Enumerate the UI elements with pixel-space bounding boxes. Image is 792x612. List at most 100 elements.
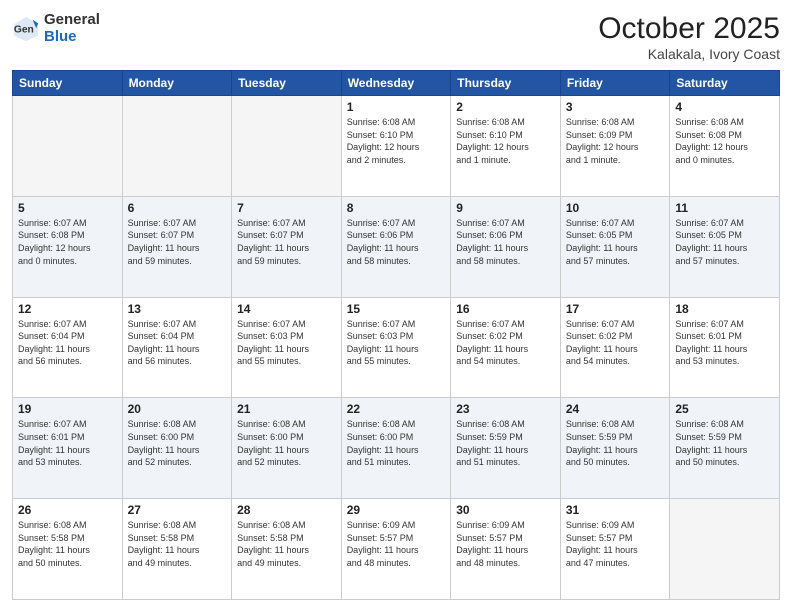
calendar-cell: 6Sunrise: 6:07 AM Sunset: 6:07 PM Daylig… — [122, 196, 232, 297]
page: Gen General Blue October 2025 Kalakala, … — [0, 0, 792, 612]
calendar-cell: 14Sunrise: 6:07 AM Sunset: 6:03 PM Dayli… — [232, 297, 342, 398]
day-info: Sunrise: 6:08 AM Sunset: 5:58 PM Dayligh… — [18, 519, 117, 569]
day-info: Sunrise: 6:08 AM Sunset: 5:59 PM Dayligh… — [566, 418, 665, 468]
day-number: 20 — [128, 402, 227, 416]
calendar-week-row: 26 Sunrise: 6:08 AM Sunset: 5:58 PM Dayli… — [13, 499, 780, 600]
calendar-cell: 25Sunrise: 6:08 AM Sunset: 5:59 PM Dayli… — [670, 398, 780, 499]
calendar-week-row: 19 Sunrise: 6:07 AM Sunset: 6:01 PM Dayli… — [13, 398, 780, 499]
calendar-cell: 7 Sunrise: 6:07 AM Sunset: 6:07 PM Daylig… — [232, 196, 342, 297]
day-info: Sunrise: 6:07 AM Sunset: 6:06 PM Dayligh… — [456, 217, 555, 267]
calendar-cell: 12 Sunrise: 6:07 AM Sunset: 6:04 PM Dayli… — [13, 297, 123, 398]
calendar-cell: 8Sunrise: 6:07 AM Sunset: 6:06 PM Daylig… — [341, 196, 451, 297]
day-info: Sunrise: 6:07 AM Sunset: 6:08 PM Dayligh… — [18, 217, 117, 267]
calendar-cell: 3 Sunrise: 6:08 AM Sunset: 6:09 PM Daylig… — [560, 96, 670, 197]
day-number: 11 — [675, 201, 774, 215]
day-number: 6 — [128, 201, 227, 215]
calendar-cell: 20 Sunrise: 6:08 AM Sunset: 6:00 PM Dayli… — [122, 398, 232, 499]
calendar-cell: 27Sunrise: 6:08 AM Sunset: 5:58 PM Dayli… — [122, 499, 232, 600]
calendar-table: SundayMondayTuesdayWednesdayThursdayFrid… — [12, 70, 780, 600]
title-block: October 2025 Kalakala, Ivory Coast — [598, 12, 780, 62]
day-info: Sunrise: 6:07 AM Sunset: 6:03 PM Dayligh… — [347, 318, 446, 368]
day-number: 26 — [18, 503, 117, 517]
day-info: Sunrise: 6:08 AM Sunset: 6:10 PM Dayligh… — [456, 116, 555, 166]
day-number: 16 — [456, 302, 555, 316]
day-info: Sunrise: 6:07 AM Sunset: 6:02 PM Dayligh… — [566, 318, 665, 368]
calendar-cell: 29 Sunrise: 6:09 AM Sunset: 5:57 PM Dayli… — [341, 499, 451, 600]
calendar-cell — [232, 96, 342, 197]
weekday-header-wednesday: Wednesday — [341, 71, 451, 96]
calendar-cell: 15Sunrise: 6:07 AM Sunset: 6:03 PM Dayli… — [341, 297, 451, 398]
day-number: 3 — [566, 100, 665, 114]
day-number: 27 — [128, 503, 227, 517]
calendar-cell: 2Sunrise: 6:08 AM Sunset: 6:10 PM Daylig… — [451, 96, 561, 197]
weekday-header-monday: Monday — [122, 71, 232, 96]
day-info: Sunrise: 6:07 AM Sunset: 6:04 PM Dayligh… — [18, 318, 117, 368]
day-number: 1 — [347, 100, 446, 114]
calendar-cell: 19 Sunrise: 6:07 AM Sunset: 6:01 PM Dayli… — [13, 398, 123, 499]
calendar-cell — [13, 96, 123, 197]
calendar-cell: 4 Sunrise: 6:08 AM Sunset: 6:08 PM Daylig… — [670, 96, 780, 197]
calendar-cell: 16 Sunrise: 6:07 AM Sunset: 6:02 PM Dayli… — [451, 297, 561, 398]
day-number: 9 — [456, 201, 555, 215]
day-info: Sunrise: 6:08 AM Sunset: 6:00 PM Dayligh… — [347, 418, 446, 468]
month-title: October 2025 — [598, 12, 780, 46]
calendar-week-row: 12 Sunrise: 6:07 AM Sunset: 6:04 PM Dayli… — [13, 297, 780, 398]
day-info: Sunrise: 6:08 AM Sunset: 6:00 PM Dayligh… — [128, 418, 227, 468]
day-info: Sunrise: 6:08 AM Sunset: 5:58 PM Dayligh… — [237, 519, 336, 569]
day-info: Sunrise: 6:07 AM Sunset: 6:01 PM Dayligh… — [18, 418, 117, 468]
day-number: 14 — [237, 302, 336, 316]
calendar-cell: 30Sunrise: 6:09 AM Sunset: 5:57 PM Dayli… — [451, 499, 561, 600]
day-info: Sunrise: 6:07 AM Sunset: 6:02 PM Dayligh… — [456, 318, 555, 368]
calendar-cell: 1 Sunrise: 6:08 AM Sunset: 6:10 PM Daylig… — [341, 96, 451, 197]
weekday-header-friday: Friday — [560, 71, 670, 96]
day-number: 24 — [566, 402, 665, 416]
day-number: 7 — [237, 201, 336, 215]
day-number: 19 — [18, 402, 117, 416]
calendar-cell: 13Sunrise: 6:07 AM Sunset: 6:04 PM Dayli… — [122, 297, 232, 398]
day-number: 18 — [675, 302, 774, 316]
calendar-cell: 23 Sunrise: 6:08 AM Sunset: 5:59 PM Dayli… — [451, 398, 561, 499]
day-number: 22 — [347, 402, 446, 416]
calendar-cell: 24 Sunrise: 6:08 AM Sunset: 5:59 PM Dayli… — [560, 398, 670, 499]
logo-general-text: General — [44, 12, 100, 29]
day-info: Sunrise: 6:07 AM Sunset: 6:01 PM Dayligh… — [675, 318, 774, 368]
day-info: Sunrise: 6:08 AM Sunset: 6:10 PM Dayligh… — [347, 116, 446, 166]
calendar-cell: 26 Sunrise: 6:08 AM Sunset: 5:58 PM Dayli… — [13, 499, 123, 600]
calendar-cell: 18 Sunrise: 6:07 AM Sunset: 6:01 PM Dayli… — [670, 297, 780, 398]
calendar-cell — [670, 499, 780, 600]
logo: Gen General Blue — [12, 12, 100, 45]
day-number: 29 — [347, 503, 446, 517]
day-info: Sunrise: 6:08 AM Sunset: 5:59 PM Dayligh… — [675, 418, 774, 468]
calendar-cell: 31Sunrise: 6:09 AM Sunset: 5:57 PM Dayli… — [560, 499, 670, 600]
calendar-cell: 17 Sunrise: 6:07 AM Sunset: 6:02 PM Dayli… — [560, 297, 670, 398]
day-info: Sunrise: 6:07 AM Sunset: 6:07 PM Dayligh… — [237, 217, 336, 267]
day-number: 17 — [566, 302, 665, 316]
calendar-header-row: SundayMondayTuesdayWednesdayThursdayFrid… — [13, 71, 780, 96]
calendar-cell: 9 Sunrise: 6:07 AM Sunset: 6:06 PM Daylig… — [451, 196, 561, 297]
day-info: Sunrise: 6:08 AM Sunset: 6:08 PM Dayligh… — [675, 116, 774, 166]
day-info: Sunrise: 6:08 AM Sunset: 5:59 PM Dayligh… — [456, 418, 555, 468]
day-info: Sunrise: 6:08 AM Sunset: 6:09 PM Dayligh… — [566, 116, 665, 166]
logo-icon: Gen — [12, 15, 40, 43]
logo-blue-text: Blue — [44, 29, 100, 46]
calendar-week-row: 1 Sunrise: 6:08 AM Sunset: 6:10 PM Daylig… — [13, 96, 780, 197]
day-number: 4 — [675, 100, 774, 114]
day-number: 12 — [18, 302, 117, 316]
weekday-header-thursday: Thursday — [451, 71, 561, 96]
location: Kalakala, Ivory Coast — [598, 46, 780, 62]
day-number: 28 — [237, 503, 336, 517]
day-info: Sunrise: 6:09 AM Sunset: 5:57 PM Dayligh… — [347, 519, 446, 569]
calendar-week-row: 5 Sunrise: 6:07 AM Sunset: 6:08 PM Daylig… — [13, 196, 780, 297]
calendar-cell: 5 Sunrise: 6:07 AM Sunset: 6:08 PM Daylig… — [13, 196, 123, 297]
calendar-cell — [122, 96, 232, 197]
header: Gen General Blue October 2025 Kalakala, … — [12, 12, 780, 62]
logo-text: General Blue — [44, 12, 100, 45]
weekday-header-tuesday: Tuesday — [232, 71, 342, 96]
day-number: 23 — [456, 402, 555, 416]
weekday-header-sunday: Sunday — [13, 71, 123, 96]
day-number: 5 — [18, 201, 117, 215]
day-number: 8 — [347, 201, 446, 215]
calendar-cell: 10Sunrise: 6:07 AM Sunset: 6:05 PM Dayli… — [560, 196, 670, 297]
day-info: Sunrise: 6:09 AM Sunset: 5:57 PM Dayligh… — [566, 519, 665, 569]
weekday-header-saturday: Saturday — [670, 71, 780, 96]
